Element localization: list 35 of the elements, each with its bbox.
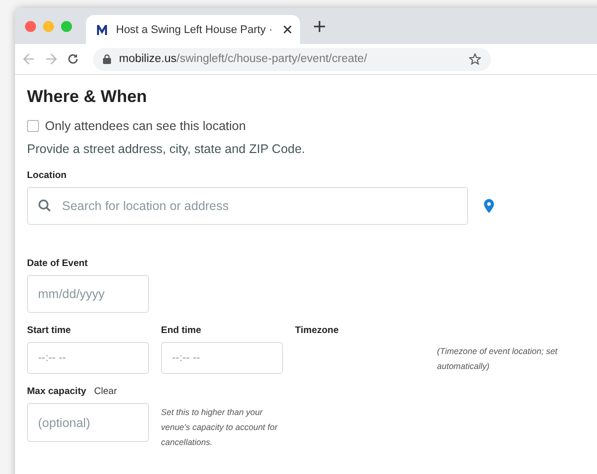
field-label: Start time [27,325,71,336]
browser-tab[interactable]: Host a Swing Left House Party · [86,15,300,44]
search-icon [38,199,51,212]
end-time-field[interactable]: --:-- -- [161,342,283,374]
reload-icon[interactable] [67,53,79,65]
star-icon[interactable] [469,53,481,65]
timezone-note: (Timezone of event location; set automatically) [437,345,559,373]
date-field[interactable]: mm/dd/yyyy [27,275,149,313]
site-logo-icon [96,24,108,36]
section-title: Where & When [27,87,148,107]
close-window-icon[interactable] [25,20,36,32]
field-label: End time [161,325,202,336]
checkbox-label: Only attendees can see this location [45,119,246,133]
forward-icon[interactable] [45,53,57,65]
url-text: mobilize.us/swingleft/c/house-party/event/create/ [119,53,368,65]
address-bar[interactable]: mobilize.us/swingleft/c/house-party/event/create/ [93,48,491,70]
field-label: Timezone [295,325,339,336]
tab-title: Host a Swing Left House Party · [116,24,274,36]
field-label: Date of Event [27,258,88,269]
clear-link[interactable]: Clear [94,386,117,397]
checkbox[interactable] [27,120,39,132]
map-pin-icon[interactable] [484,199,494,213]
start-time-field[interactable]: --:-- -- [27,342,149,374]
minimize-window-icon[interactable] [43,20,54,32]
close-tab-icon[interactable] [283,25,292,34]
location-search-field[interactable]: Search for location or address [27,187,468,225]
max-capacity-field[interactable]: (optional) [27,403,149,442]
field-label: Location [27,170,67,181]
new-tab-icon[interactable] [314,20,325,32]
instructions-text: Provide a street address, city, state and ZIP Code. [27,142,306,156]
lock-icon [103,54,111,64]
field-label: Max capacity [27,386,86,397]
back-icon[interactable] [23,53,35,65]
maximize-window-icon[interactable] [61,20,72,32]
capacity-note: Set this to higher than your venue's capacity to account for cancellations. [161,406,279,449]
